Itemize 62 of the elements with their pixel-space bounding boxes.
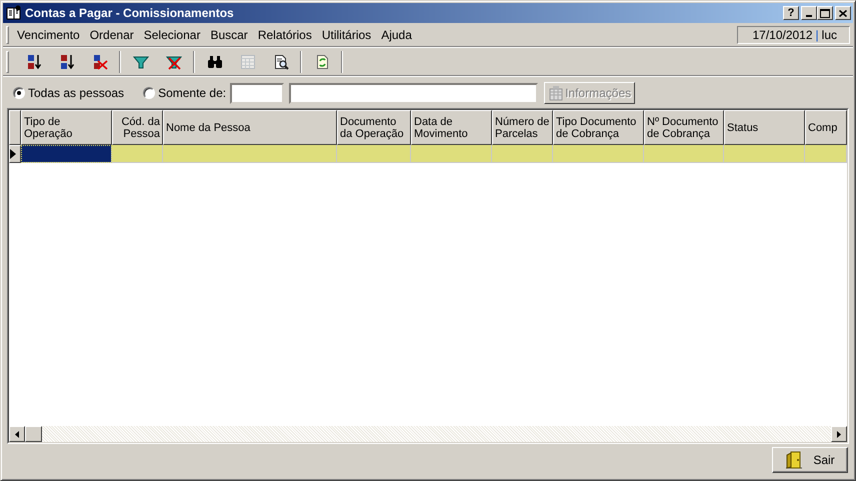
table-cell[interactable] (724, 145, 805, 163)
radio-label[interactable]: Somente de: (158, 86, 226, 100)
name-input-field[interactable] (289, 82, 538, 104)
exit-button[interactable]: Sair (772, 447, 848, 473)
menu-item[interactable]: Relatórios (252, 26, 317, 44)
table-cell[interactable] (337, 145, 411, 163)
column-header[interactable]: Tipo de Operação (21, 110, 112, 145)
grid-icon (240, 54, 256, 70)
code-input-field[interactable] (230, 82, 284, 104)
help-button[interactable]: ? (783, 6, 799, 20)
door-icon (785, 451, 804, 469)
table-cell[interactable] (805, 145, 847, 163)
menu-item[interactable]: Buscar (205, 26, 253, 44)
binoculars-icon (206, 54, 222, 70)
column-header[interactable]: Número de Parcelas (492, 110, 553, 145)
radio-button[interactable] (143, 87, 156, 99)
table-cell[interactable] (112, 145, 163, 163)
clear-filter-icon (166, 54, 182, 70)
table-cell[interactable] (163, 145, 337, 163)
maximize-button[interactable] (817, 6, 833, 20)
separator-text: | (816, 28, 819, 42)
column-header[interactable]: Tipo Documento de Cobrança (553, 110, 644, 145)
column-header[interactable]: Cód. da Pessoa (112, 110, 163, 145)
window-title: Contas a Pagar - Comissionamentos (25, 6, 235, 20)
right-arrow-icon (837, 430, 841, 438)
table-icon (548, 85, 564, 101)
menu-item[interactable]: Utilitários (316, 26, 376, 44)
maximize-icon (820, 8, 830, 18)
table-cell[interactable] (553, 145, 644, 163)
app-icon (6, 5, 22, 21)
table-cell[interactable] (644, 145, 724, 163)
user-text: luc (822, 28, 837, 42)
radio-button[interactable] (13, 87, 25, 99)
column-header[interactable]: Comp (805, 110, 847, 145)
scroll-right-button[interactable] (831, 426, 847, 442)
table-cell[interactable] (411, 145, 492, 163)
current-row-icon (10, 149, 16, 159)
close-button[interactable] (835, 6, 851, 20)
scroll-left-button[interactable] (9, 426, 25, 442)
document-preview-icon (272, 54, 288, 70)
menu-item[interactable]: Ordenar (84, 26, 139, 44)
menu-item[interactable]: Vencimento (12, 26, 85, 44)
table-cell[interactable] (21, 145, 112, 163)
left-arrow-icon (15, 430, 19, 438)
column-header[interactable]: Nº Documento de Cobrança (644, 110, 724, 145)
menu-item[interactable]: Selecionar (138, 26, 206, 44)
clear-sort-icon (92, 54, 108, 70)
table-cell[interactable] (492, 145, 553, 163)
column-header[interactable]: Nome da Pessoa (163, 110, 337, 145)
scroll-thumb[interactable] (25, 426, 42, 442)
close-icon (839, 10, 847, 16)
column-header[interactable]: Data de Movimento (411, 110, 492, 145)
date-text: 17/10/2012 (752, 28, 813, 42)
sort-ascending-icon (26, 54, 42, 70)
menu-item[interactable]: Ajuda (376, 26, 417, 44)
radio-label[interactable]: Todas as pessoas (28, 86, 124, 100)
column-header[interactable]: Status (724, 110, 805, 145)
sort-descending-icon (58, 54, 74, 70)
horizontal-scrollbar[interactable] (9, 426, 847, 442)
filter-icon (132, 54, 148, 70)
minimize-button[interactable] (801, 6, 817, 20)
column-header[interactable]: Documento da Operação (337, 110, 411, 145)
